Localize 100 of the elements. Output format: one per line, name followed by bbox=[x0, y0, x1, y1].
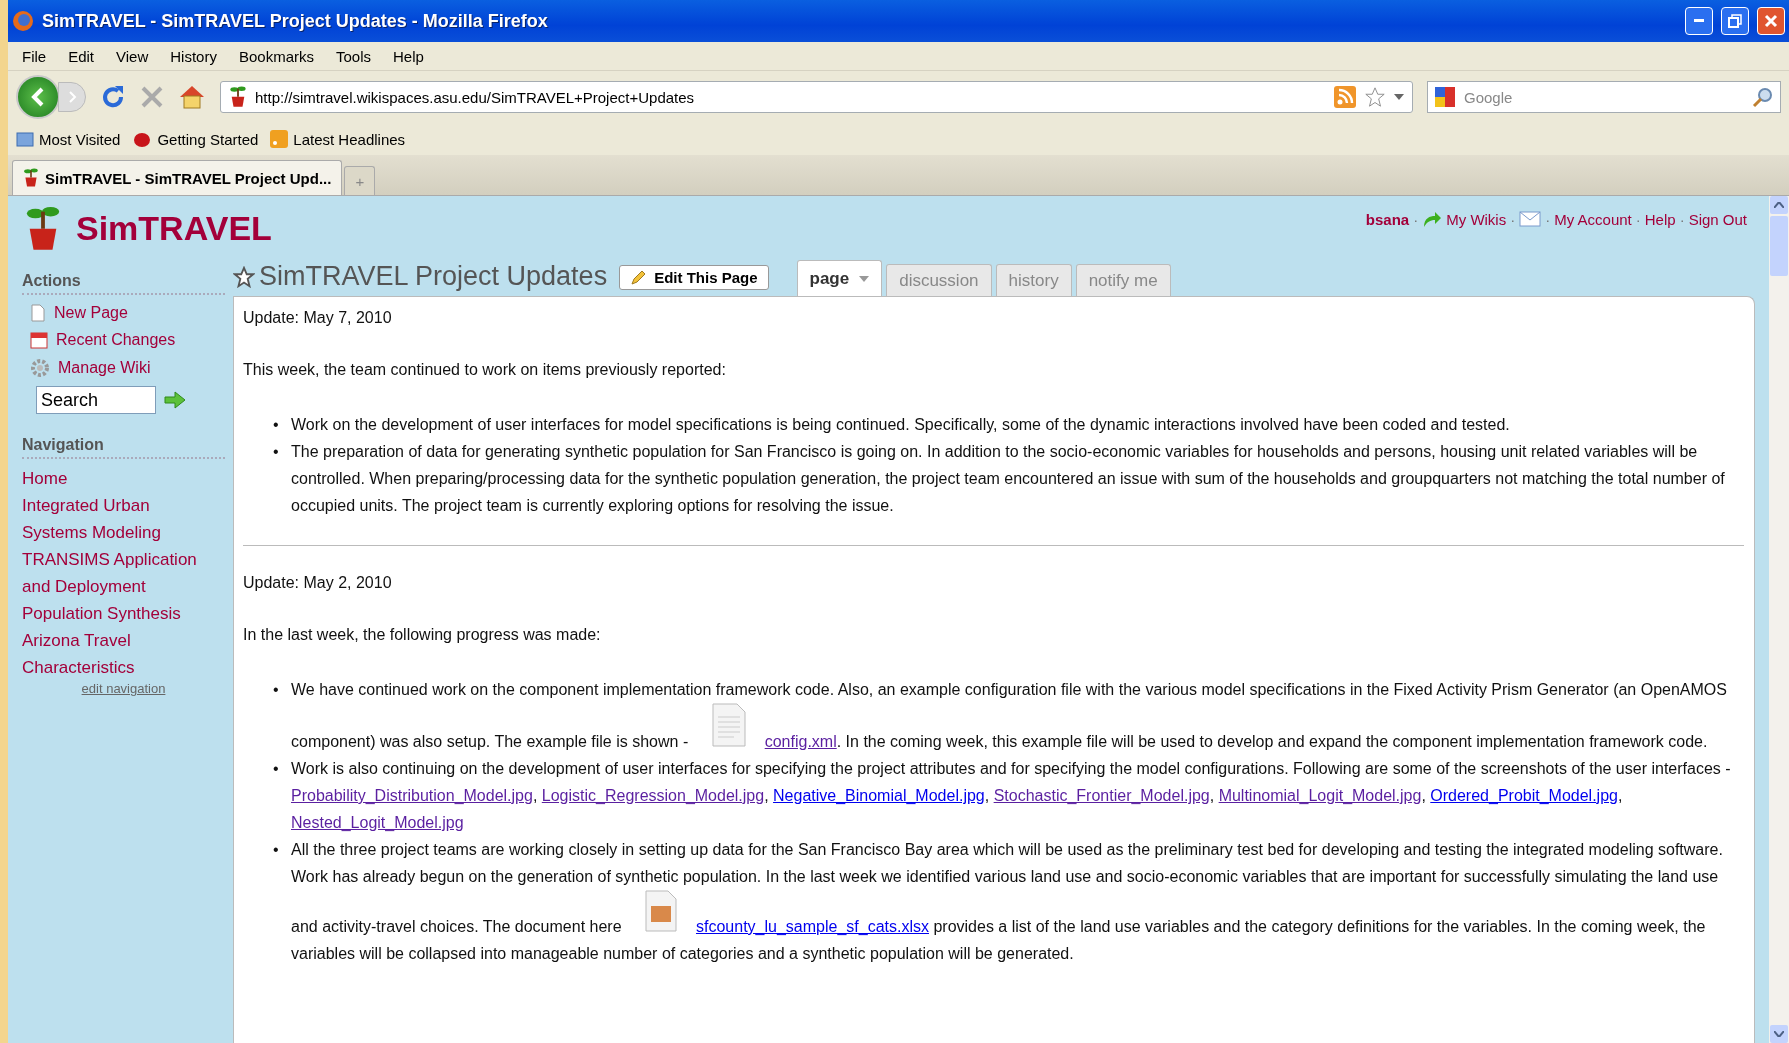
account-link[interactable]: My Account bbox=[1554, 210, 1632, 228]
window-title: SimTRAVEL - SimTRAVEL Project Updates - Mozilla Firefox bbox=[42, 10, 549, 32]
feed-icon bbox=[1334, 86, 1356, 108]
username-link[interactable]: bsana bbox=[1365, 210, 1410, 228]
bookmark-link[interactable]: Latest Headlines bbox=[293, 130, 406, 148]
address-bar[interactable]: http://simtravel.wikispaces.asu.edu/SimTRAVEL+Project+Updates bbox=[220, 81, 1413, 113]
bullet-marker: • bbox=[273, 840, 280, 860]
edit-navigation-link[interactable]: edit navigation bbox=[81, 681, 166, 696]
file-link[interactable]: Probability_Distribution_Model.jpg bbox=[291, 787, 533, 804]
separator-dot: · bbox=[1679, 210, 1685, 228]
section-heading: Navigation bbox=[22, 436, 225, 459]
bullet-marker: • bbox=[273, 415, 280, 435]
file-link[interactable]: Nested_Logit_Model.jpg bbox=[291, 814, 464, 831]
folder-icon bbox=[16, 131, 34, 147]
bullet-paragraph: All the three project teams are working closely in setting up data for the San Francisco Bay area which will be used as the preliminary test bed for developing and testing the integrated modeling software. Work has already begun on the generation of synthetic population. In the last week we identified various land use and socio-economic variables that are important for successfully simulating the land use and activity-travel choices. The document here sfcounty_lu_sample_sf_cats.xlsx provides a list of the land use variables and the category definitions for the variables. In the coming week, the variables will be collapsed into manageable number of categories and a synthetic population will be generated. bbox=[291, 840, 1724, 964]
navigation-link[interactable]: Integrated Urban Systems Modeling bbox=[22, 492, 212, 546]
bug-icon bbox=[132, 130, 153, 148]
bullet-paragraph: We have continued work on the component implementation framework code. Also, an example configuration file with the various model specifications in the Fixed Activity Prism Generator (an OpenAMOS component) was also setup. The example file is shown - config.xml. In the coming week, this example file will be used to develop and expand the component implementation framework code. bbox=[291, 680, 1728, 752]
calendar-icon bbox=[30, 331, 48, 349]
account-link[interactable]: Help bbox=[1644, 210, 1676, 228]
navigation-link[interactable]: Home bbox=[22, 465, 212, 492]
package-file-icon bbox=[644, 890, 678, 932]
star-icon[interactable] bbox=[1364, 86, 1386, 108]
close-button[interactable] bbox=[1757, 7, 1785, 35]
file-link[interactable]: Multinomial_Logit_Model.jpg bbox=[1218, 787, 1422, 804]
update-intro: In the last week, the following progress was made: bbox=[243, 625, 602, 645]
search-icon[interactable] bbox=[1752, 86, 1774, 108]
url-text: http://simtravel.wikispaces.asu.edu/SimTRAVEL+Project+Updates bbox=[255, 88, 696, 106]
close-icon bbox=[1764, 14, 1778, 28]
separator-dot: · bbox=[1510, 210, 1516, 228]
bullet-paragraph: Work is also continuing on the development of user interfaces for specifying the project attributes and for specifying the model configurations. Following are some of the screenshots of the user interfaces - Probability_Distribution_Model.jpg, Logistic_Regression_Model.jpg, Negative_Binomial_Model.jpg, Stochastic_Frontier_Model.jpg, Multinomial_Logit_Model.jpg, Ordered_Probit_Model.jpg, Nested_Logit_Model.jpg bbox=[291, 759, 1732, 833]
separator-dot: · bbox=[1413, 210, 1419, 228]
bullet-marker: • bbox=[273, 759, 280, 779]
menu-item[interactable]: Edit bbox=[60, 45, 103, 67]
scroll-down-icon[interactable] bbox=[1774, 1031, 1784, 1037]
navigation-link[interactable]: Arizona Travel Characteristics bbox=[22, 627, 212, 681]
file-link[interactable]: Stochastic_Frontier_Model.jpg bbox=[993, 787, 1210, 804]
bullet-paragraph: Work on the development of user interfaces for model specifications is being continued. Specifically, some of the dynamic interactions involved have been coded and tested. bbox=[291, 415, 1511, 435]
action-link[interactable]: Recent Changes bbox=[30, 331, 225, 349]
curved-arrow-icon bbox=[1422, 210, 1443, 228]
bullet-marker: • bbox=[273, 442, 280, 462]
restore-icon bbox=[1728, 14, 1742, 28]
dropdown-icon[interactable] bbox=[1394, 94, 1404, 100]
update-date: Update: May 2, 2010 bbox=[243, 573, 393, 593]
site-logo-text[interactable]: SimTRAVEL bbox=[76, 209, 272, 249]
bookmark-link[interactable]: Most Visited bbox=[39, 130, 121, 148]
action-link[interactable]: New Page bbox=[30, 304, 225, 322]
search-box[interactable]: Google bbox=[1427, 81, 1781, 113]
pencil-icon bbox=[630, 269, 647, 286]
home-button[interactable] bbox=[178, 84, 206, 110]
restore-button[interactable] bbox=[1721, 7, 1749, 35]
file-link[interactable]: sfcounty_lu_sample_sf_cats.xlsx bbox=[696, 918, 929, 935]
browser-tab[interactable]: SimTRAVEL - SimTRAVEL Project Upd... bbox=[12, 160, 343, 195]
section-heading: Actions bbox=[22, 272, 225, 295]
search-field[interactable]: Search bbox=[36, 386, 156, 414]
scroll-up-icon[interactable] bbox=[1774, 202, 1784, 208]
page-tab[interactable]: page bbox=[796, 260, 883, 296]
file-link[interactable]: config.xml bbox=[764, 733, 837, 750]
bookmark-link[interactable]: Getting Started bbox=[157, 130, 259, 148]
menu-item[interactable]: Tools bbox=[328, 45, 379, 67]
potted-plant-icon bbox=[23, 168, 39, 188]
menu-item[interactable]: History bbox=[162, 45, 225, 67]
back-button[interactable] bbox=[16, 75, 60, 119]
star-icon[interactable] bbox=[233, 265, 255, 288]
file-link[interactable]: Ordered_Probit_Model.jpg bbox=[1430, 787, 1618, 804]
account-link[interactable]: Sign Out bbox=[1688, 210, 1747, 228]
minimize-button[interactable] bbox=[1685, 7, 1713, 35]
firefox-icon bbox=[12, 10, 34, 32]
mail-icon[interactable] bbox=[1519, 211, 1542, 227]
navigation-link[interactable]: TRANSIMS Application and Deployment bbox=[22, 546, 212, 600]
menu-item[interactable]: View bbox=[108, 45, 157, 67]
caret-icon bbox=[859, 275, 870, 282]
bullet-paragraph: The preparation of data for generating synthetic population for San Francisco is going on. In addition to the socio-economic variables for households and persons, housing unit related variables will be controlled. When preparing/processing data for the synthetic population generation, the project team encountered an issue with sum of the households and groupquarters not matching the total number of occupied units. The project team is currently exploring options for resolving the issue. bbox=[291, 442, 1726, 516]
edit-page-button[interactable]: Edit This Page bbox=[619, 265, 769, 290]
menu-item[interactable]: File bbox=[14, 45, 55, 67]
page-title: SimTRAVEL Project Updates bbox=[233, 261, 608, 296]
menu-item[interactable]: Help bbox=[385, 45, 432, 67]
go-arrow-icon[interactable] bbox=[164, 391, 186, 409]
document-file-icon bbox=[710, 703, 747, 747]
minimize-icon bbox=[1694, 19, 1704, 23]
reload-button[interactable] bbox=[100, 84, 126, 110]
action-link[interactable]: Manage Wiki bbox=[30, 358, 225, 378]
file-link[interactable]: Logistic_Regression_Model.jpg bbox=[541, 787, 765, 804]
new-page-icon bbox=[30, 304, 46, 322]
account-link[interactable]: My Wikis bbox=[1422, 210, 1507, 228]
menu-item[interactable]: Bookmarks bbox=[230, 45, 322, 67]
scroll-thumb[interactable] bbox=[1770, 216, 1788, 276]
bullet-marker: • bbox=[273, 680, 280, 700]
update-date: Update: May 7, 2010 bbox=[243, 308, 393, 328]
gear-icon bbox=[30, 358, 50, 378]
separator-dot: · bbox=[1545, 210, 1551, 228]
google-icon bbox=[1434, 86, 1456, 108]
update-intro: This week, the team continued to work on items previously reported: bbox=[243, 360, 727, 380]
scrollbar[interactable] bbox=[1769, 196, 1789, 1043]
potted-plant-icon bbox=[229, 86, 247, 108]
separator-dot: · bbox=[1635, 210, 1641, 228]
feed-icon bbox=[270, 130, 289, 148]
potted-plant-icon bbox=[24, 206, 62, 252]
navigation-link[interactable]: Population Synthesis bbox=[22, 600, 212, 627]
file-link[interactable]: Negative_Binomial_Model.jpg bbox=[773, 787, 985, 804]
